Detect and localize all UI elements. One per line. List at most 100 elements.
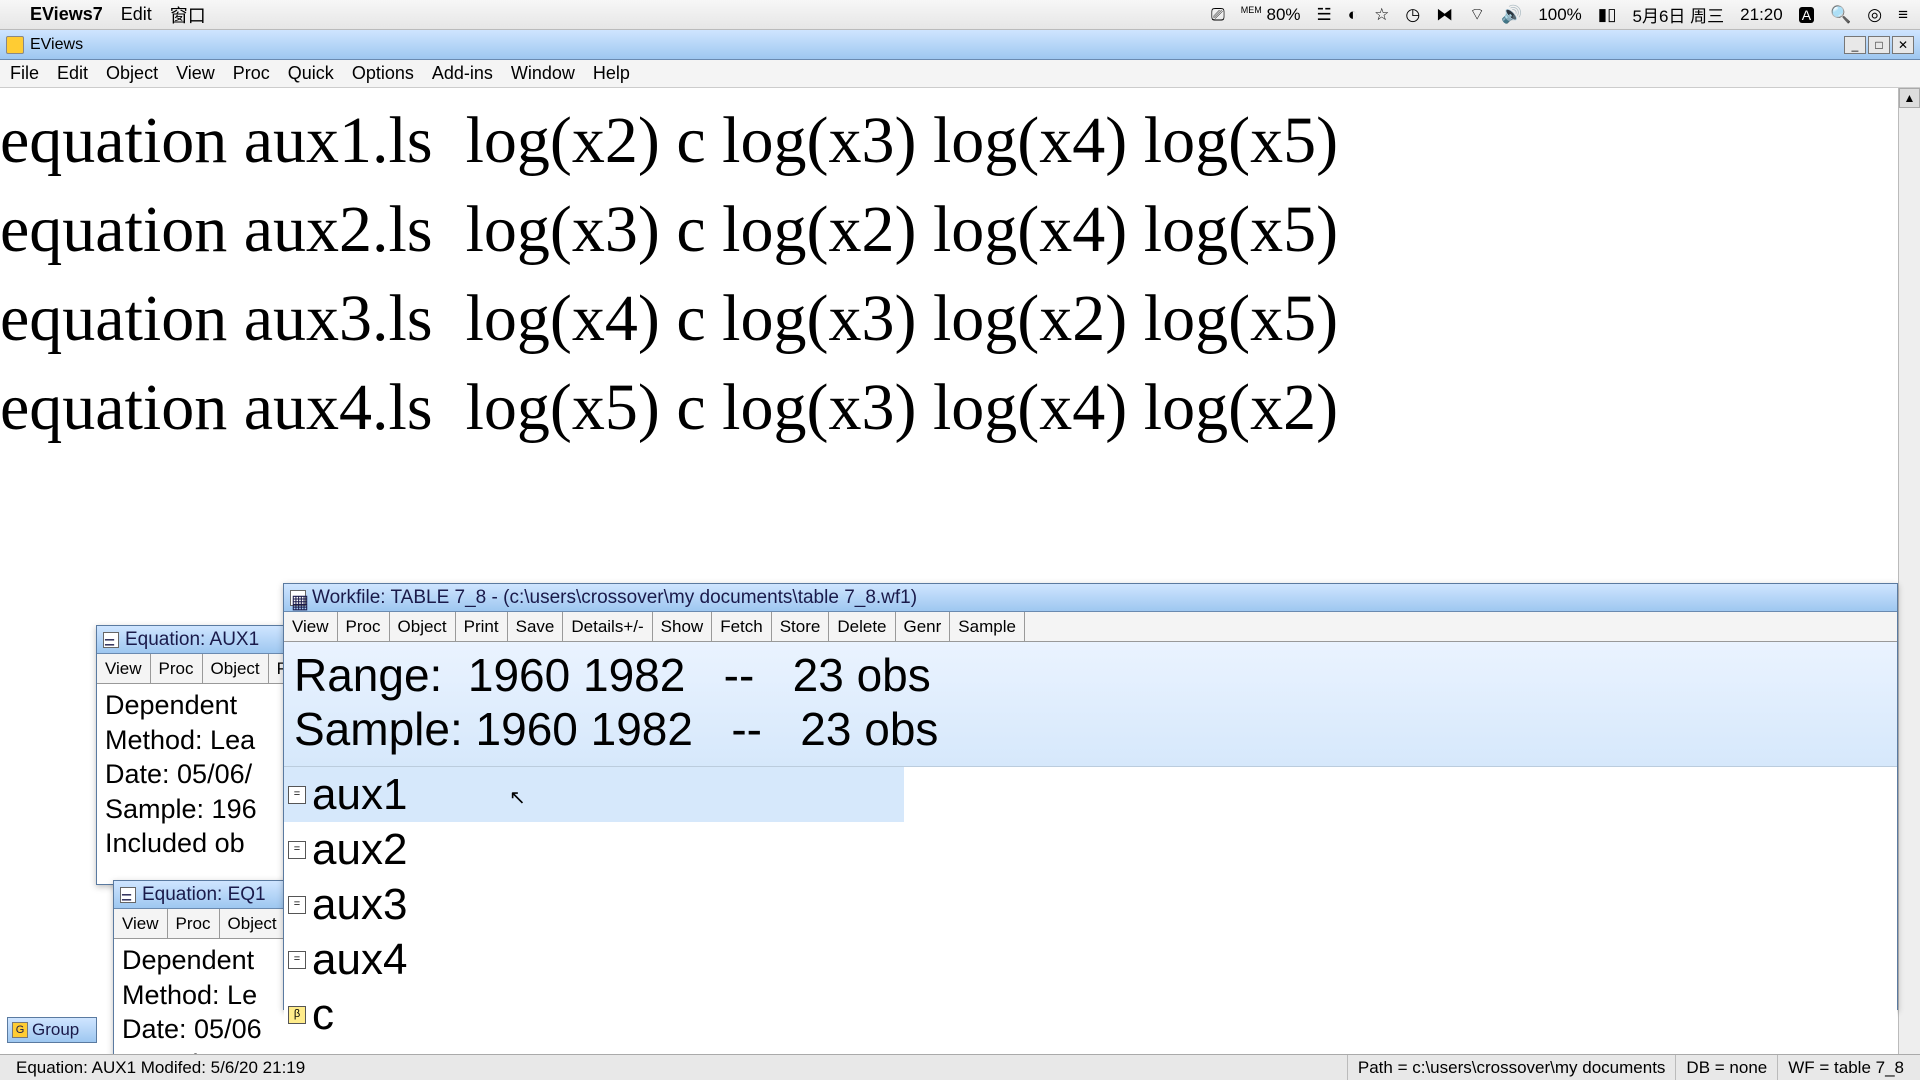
equation-icon: = [288,786,306,804]
btn-object[interactable]: Object [220,909,286,938]
close-button[interactable]: ✕ [1892,36,1914,54]
vertical-scrollbar[interactable]: ▲ ▼ [1898,88,1920,1080]
equation-aux1-title: Equation: AUX1 [125,629,259,651]
date-text: 5月6日 周三 [1633,2,1725,27]
wf-btn-details[interactable]: Details+/- [563,612,652,641]
status-left: Equation: AUX1 Modifed: 5/6/20 21:19 [6,1055,315,1080]
bluetooth-icon[interactable]: ⧓ [1436,5,1453,25]
wf-object-label: aux2 [312,822,407,877]
sample-text: Sample: 1960 1982 -- 23 obs [294,702,1887,756]
btn-proc[interactable]: Proc [168,909,220,938]
menu-view[interactable]: View [176,63,215,84]
menu-edit[interactable]: Edit [57,63,88,84]
workfile-toolbar: View Proc Object Print Save Details+/- S… [284,612,1897,642]
time-text: 21:20 [1740,5,1783,25]
mem-indicator: MEM 80% [1241,5,1301,25]
btn-object[interactable]: Object [203,654,269,683]
wf-btn-object[interactable]: Object [390,612,456,641]
mac-menu-window[interactable]: 窗口 [170,2,206,28]
equation-icon: = [288,896,306,914]
minimize-button[interactable]: _ [1844,36,1866,54]
wf-btn-show[interactable]: Show [653,612,713,641]
statusbar: Equation: AUX1 Modifed: 5/6/20 21:19 Pat… [0,1054,1920,1080]
app-title: EViews [30,36,83,54]
maximize-button[interactable]: □ [1868,36,1890,54]
siri-icon[interactable]: ◎ [1867,5,1882,25]
menu-quick[interactable]: Quick [288,63,334,84]
wf-btn-sample[interactable]: Sample [950,612,1025,641]
workfile-titlebar[interactable]: ▦ Workfile: TABLE 7_8 - (c:\users\crosso… [284,584,1897,612]
program-line: equation aux4.ls log(x5) c log(x3) log(x… [0,363,1898,452]
range-text: Range: 1960 1982 -- 23 obs [294,648,1887,702]
cursor-icon: ↖ [509,785,526,810]
wf-btn-print[interactable]: Print [456,612,508,641]
wf-btn-save[interactable]: Save [508,612,564,641]
screencast-icon[interactable]: ⎚ [1211,5,1225,25]
wf-object-label: aux3 [312,877,407,932]
equation-icon: = [120,887,136,903]
wf-btn-store[interactable]: Store [772,612,830,641]
workfile-info: Range: 1960 1982 -- 23 obs Sample: 1960 … [284,642,1897,767]
menu-object[interactable]: Object [106,63,158,84]
wf-object-label: aux4 [312,932,407,987]
input-source-icon[interactable]: A [1799,7,1814,23]
wifi-icon[interactable]: ⌔ [1469,4,1485,25]
wf-object-label: c [312,987,334,1042]
tray-icon-1[interactable]: ☱ [1317,5,1332,25]
workfile-window[interactable]: ▦ Workfile: TABLE 7_8 - (c:\users\crosso… [283,583,1898,1010]
wf-object-aux2[interactable]: = aux2 [284,822,1897,877]
wf-btn-fetch[interactable]: Fetch [712,612,772,641]
spotlight-icon[interactable]: 🔍 [1830,5,1851,25]
wf-object-label: aux1 [312,767,407,822]
status-path: Path = c:\users\crossover\my documents [1347,1055,1676,1080]
status-wf: WF = table 7_8 [1777,1055,1914,1080]
program-line: equation aux1.ls log(x2) c log(x3) log(x… [0,96,1898,185]
workfile-icon: ▦ [290,590,306,606]
clock-icon[interactable]: ◷ [1405,5,1420,25]
wf-btn-view[interactable]: View [284,612,338,641]
star-icon[interactable]: ☆ [1374,5,1389,25]
mac-menu-edit[interactable]: Edit [121,4,152,25]
program-line: equation aux3.ls log(x4) c log(x3) log(x… [0,274,1898,363]
workfile-object-list[interactable]: = aux1 = aux2 = aux3 = aux4 β c [284,767,1897,1080]
menu-options[interactable]: Options [352,63,414,84]
menu-file[interactable]: File [10,63,39,84]
btn-view[interactable]: View [97,654,151,683]
btn-proc[interactable]: Proc [151,654,203,683]
wf-object-aux3[interactable]: = aux3 [284,877,1897,932]
eviews-window: EViews _ □ ✕ File Edit Object View Proc … [0,30,1920,1080]
notification-center-icon[interactable]: ≡ [1898,5,1908,25]
wf-btn-genr[interactable]: Genr [896,612,951,641]
mac-app-name[interactable]: EViews7 [30,4,103,25]
wf-object-aux1[interactable]: = aux1 [284,767,904,822]
equation-icon: = [288,951,306,969]
wf-btn-proc[interactable]: Proc [338,612,390,641]
coef-icon: β [288,1006,306,1024]
program-line: equation aux2.ls log(x3) c log(x2) log(x… [0,185,1898,274]
status-db: DB = none [1675,1055,1777,1080]
wf-btn-delete[interactable]: Delete [829,612,895,641]
group-icon: G [12,1022,28,1038]
group-tab-label: Group [32,1020,79,1040]
scroll-up-icon[interactable]: ▲ [1899,88,1920,108]
workfile-title: Workfile: TABLE 7_8 - (c:\users\crossove… [312,587,917,609]
mac-menubar: EViews7 Edit 窗口 ⎚ MEM 80% ☱ ◐ ☆ ◷ ⧓ ⌔ 🔊 … [0,0,1920,30]
btn-view[interactable]: View [114,909,168,938]
wf-object-aux4[interactable]: = aux4 [284,932,1897,987]
program-editor[interactable]: equation aux1.ls log(x2) c log(x3) log(x… [0,88,1898,452]
group-minimized-tab[interactable]: G Group [7,1017,97,1043]
wf-object-c[interactable]: β c [284,987,1897,1042]
equation-icon: = [103,632,119,648]
menu-proc[interactable]: Proc [233,63,270,84]
app-menubar: File Edit Object View Proc Quick Options… [0,60,1920,88]
mdi-client-area: equation aux1.ls log(x2) c log(x3) log(x… [0,88,1920,1080]
menu-window[interactable]: Window [511,63,575,84]
app-icon [6,36,24,54]
menu-help[interactable]: Help [593,63,630,84]
tray-icon-2[interactable]: ◐ [1348,5,1358,25]
sound-icon[interactable]: 🔊 [1501,5,1522,25]
app-titlebar: EViews _ □ ✕ [0,30,1920,60]
battery-icon[interactable]: ▮▯ [1598,5,1617,25]
menu-addins[interactable]: Add-ins [432,63,493,84]
equation-eq1-title: Equation: EQ1 [142,884,266,906]
